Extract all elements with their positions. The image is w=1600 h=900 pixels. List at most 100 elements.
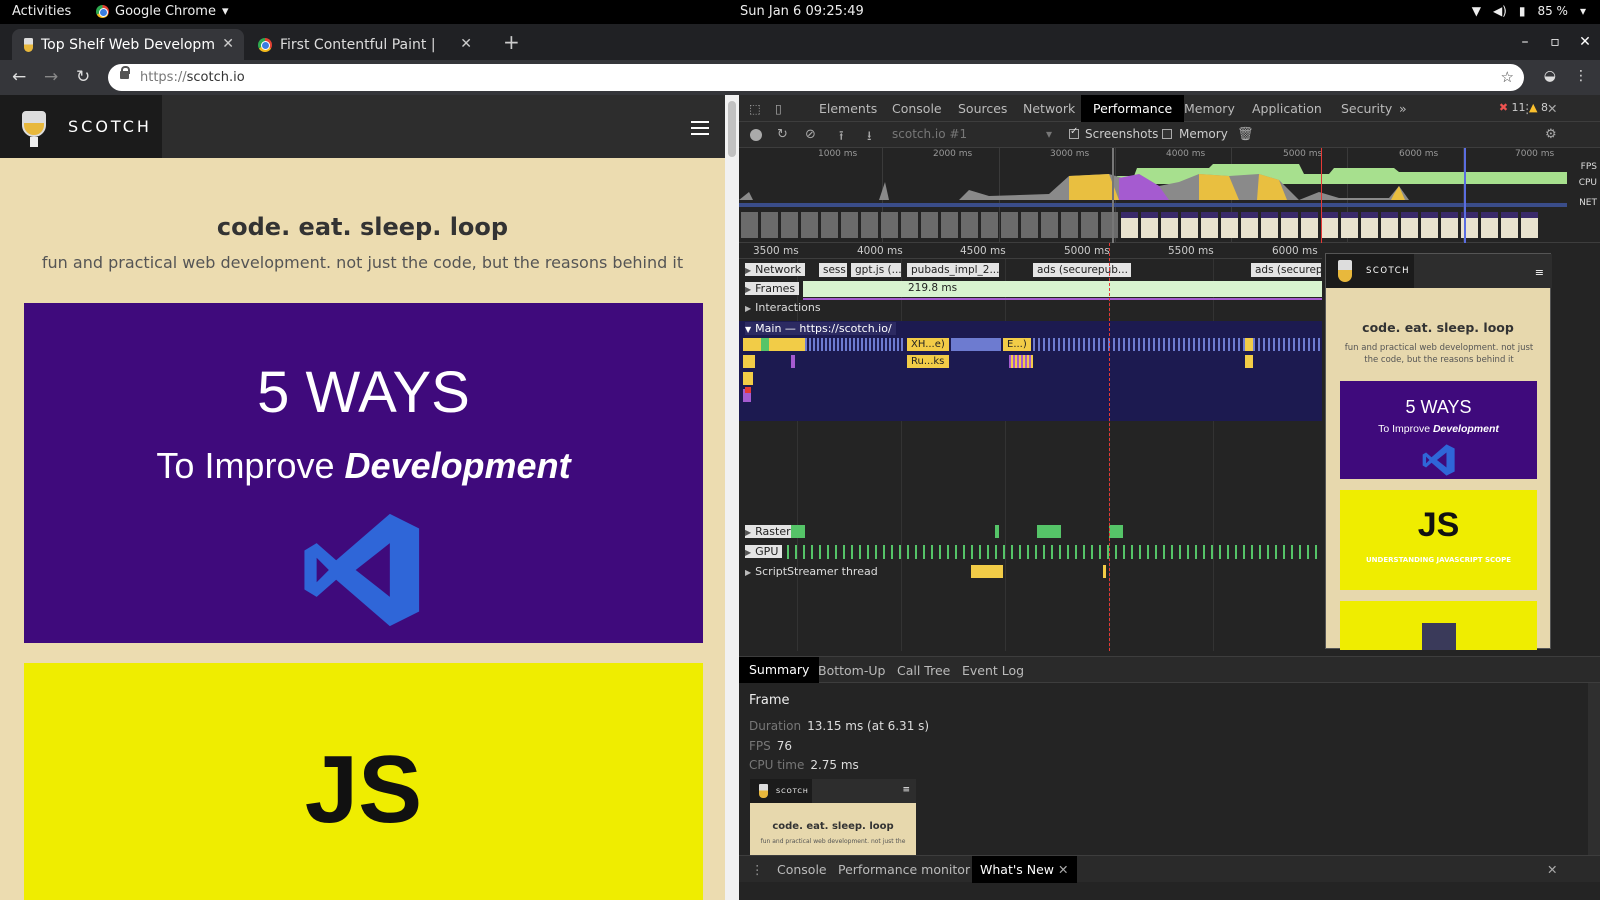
tab-elements[interactable]: Elements	[819, 101, 877, 116]
tab-network[interactable]: Network	[1023, 101, 1075, 116]
drawer-tab-console[interactable]: Console	[777, 862, 827, 877]
frames-track[interactable]: ▶ Frames 219.8 ms	[739, 281, 1322, 300]
scriptstreamer-track[interactable]: ▶ ScriptStreamer thread	[739, 565, 1322, 583]
summary-heading: Frame	[749, 693, 790, 708]
network-track[interactable]: ▶ Network sess gpt.js (... pubads_impl_2.…	[739, 261, 1322, 279]
task-block[interactable]: Ru...ks	[907, 355, 949, 368]
main-thread-track[interactable]: ▼ Main — https://scotch.io/ XH...e) E...)…	[739, 321, 1322, 421]
marker-line	[1321, 148, 1322, 243]
raster-track[interactable]: ▶ Raster	[739, 525, 1322, 543]
tab-console[interactable]: Console	[892, 101, 942, 116]
selection-handle-left[interactable]	[1112, 148, 1114, 243]
incognito-icon[interactable]: ◒	[1544, 68, 1556, 84]
network-track-label[interactable]: ▶ Network	[745, 263, 806, 276]
address-bar[interactable]: https://scotch.io ☆	[108, 64, 1524, 91]
tab-performance[interactable]: Performance	[1081, 95, 1185, 122]
tab-call-tree[interactable]: Call Tree	[897, 663, 950, 678]
close-devtools-icon[interactable]: ✕	[1547, 101, 1557, 116]
inspect-element-icon[interactable]: ⬚	[749, 101, 761, 116]
drawer-tab-bar: ⋮ Console Performance monitor What's New…	[739, 855, 1600, 883]
scrollbar-thumb[interactable]	[728, 101, 736, 157]
device-toolbar-icon[interactable]: ▯	[775, 101, 782, 116]
network-request[interactable]: sess	[819, 263, 847, 277]
settings-gear-icon[interactable]: ⚙	[1545, 127, 1557, 142]
bookmark-star-icon[interactable]: ☆	[1501, 64, 1514, 91]
save-profile-icon[interactable]: ⭳	[867, 127, 872, 149]
network-request[interactable]: ads (securepub...	[1033, 263, 1131, 277]
tab-event-log[interactable]: Event Log	[962, 663, 1024, 678]
reload-button[interactable]: ↻	[76, 67, 90, 87]
activities-button[interactable]: Activities	[12, 4, 71, 19]
tab-memory[interactable]: Memory	[1184, 101, 1235, 116]
devtools-menu-icon[interactable]: ⋮	[1521, 101, 1534, 116]
clear-icon[interactable]: ⊘	[805, 127, 816, 142]
page-scrollbar[interactable]	[725, 95, 739, 900]
preview-card-sub: To Improve Development	[1340, 423, 1537, 435]
frames-track-label[interactable]: ▶ Frames	[745, 282, 800, 295]
reload-profile-icon[interactable]: ↻	[777, 127, 788, 142]
preview-card-sub-prefix: To Improve	[1378, 423, 1433, 435]
ruler-tick: 4500 ms	[960, 245, 1006, 257]
article-card-js[interactable]: JS	[24, 663, 703, 900]
raster-track-label[interactable]: ▶ Raster	[745, 525, 795, 538]
gpu-track[interactable]: ▶ GPU	[739, 545, 1322, 563]
gpu-track-text: GPU	[755, 545, 779, 558]
drawer-tab-whats-new[interactable]: What's New ✕	[972, 856, 1077, 883]
window-controls: – ▫ ✕	[1510, 24, 1600, 60]
restore-icon[interactable]: ▫	[1540, 24, 1570, 60]
frames-track-text: Frames	[755, 282, 796, 295]
app-menu[interactable]: Google Chrome ▾	[96, 4, 229, 19]
memory-checkbox[interactable]	[1162, 129, 1172, 139]
close-icon[interactable]: ✕	[1058, 862, 1068, 877]
frame-bar[interactable]: 219.8 ms	[803, 281, 1322, 297]
drawer-tab-performance-monitor[interactable]: Performance monitor	[838, 862, 970, 877]
close-tab-icon[interactable]: ✕	[460, 36, 472, 52]
thumb-subtitle: fun and practical web development. not j…	[760, 838, 906, 845]
scriptstreamer-track-label[interactable]: ▶ ScriptStreamer thread	[745, 565, 878, 578]
clock[interactable]: Sun Jan 6 09:25:49	[740, 4, 864, 19]
collapse-triangle-icon: ▼	[745, 325, 752, 334]
task-block[interactable]: XH...e)	[907, 338, 949, 351]
drawer-menu-icon[interactable]: ⋮	[751, 862, 764, 877]
timeline-overview[interactable]: 1000 ms 2000 ms 3000 ms 4000 ms 5000 ms …	[739, 148, 1600, 243]
main-track-label[interactable]: ▼ Main — https://scotch.io/	[745, 322, 896, 335]
close-drawer-icon[interactable]: ✕	[1547, 862, 1557, 877]
summary-scrollbar[interactable]	[1588, 683, 1600, 855]
thumb-title: code. eat. sleep. loop	[772, 821, 894, 832]
record-button[interactable]	[750, 129, 762, 141]
tab-bottom-up[interactable]: Bottom-Up	[818, 663, 885, 678]
more-tabs-icon[interactable]: »	[1399, 101, 1407, 116]
network-request[interactable]: pubads_impl_2...	[907, 263, 999, 277]
back-button[interactable]: ←	[12, 67, 26, 87]
new-tab-button[interactable]: +	[503, 30, 520, 54]
article-card-5-ways[interactable]: 5 WAYS To Improve Development	[24, 303, 703, 643]
tab-summary[interactable]: Summary	[739, 657, 820, 683]
hamburger-menu-icon[interactable]	[691, 121, 709, 135]
load-profile-icon[interactable]: ⭱	[839, 127, 844, 149]
lock-icon[interactable]	[120, 66, 130, 79]
interactions-track[interactable]: ▶ Interactions	[739, 301, 1322, 319]
close-tab-icon[interactable]: ✕	[222, 36, 234, 52]
tab-application[interactable]: Application	[1252, 101, 1322, 116]
trash-icon[interactable]: 🗑	[1237, 127, 1254, 142]
minimize-icon[interactable]: –	[1510, 24, 1540, 60]
menu-kebab-icon[interactable]: ⋮	[1574, 68, 1588, 84]
tab-security[interactable]: Security	[1341, 101, 1392, 116]
task-block[interactable]: E...)	[1003, 338, 1031, 351]
network-request[interactable]: gpt.js (...	[851, 263, 901, 277]
network-request[interactable]: ads (securep...	[1251, 263, 1321, 277]
flame-chart[interactable]: 3500 ms 4000 ms 4500 ms 5000 ms 5500 ms …	[739, 243, 1322, 651]
system-tray[interactable]: ▼ ◀) ▮ 85 % ▾	[1472, 4, 1586, 18]
close-window-icon[interactable]: ✕	[1570, 24, 1600, 60]
fps-lane-label: FPS	[1580, 162, 1597, 172]
tab-fcp[interactable]: First Contentful Paint | ✕	[246, 29, 482, 60]
overview-tick: 2000 ms	[933, 149, 973, 159]
forward-button[interactable]: →	[44, 67, 58, 87]
site-logo[interactable]: SCOTCH	[0, 95, 162, 158]
gpu-track-label[interactable]: ▶ GPU	[745, 545, 783, 558]
tab-sources[interactable]: Sources	[958, 101, 1007, 116]
screenshots-checkbox[interactable]	[1069, 126, 1079, 139]
profile-select[interactable]: scotch.io #1 ▾	[892, 127, 1052, 141]
tab-scotch[interactable]: Top Shelf Web Developm ✕	[12, 29, 244, 60]
interactions-track-label[interactable]: ▶ Interactions	[745, 301, 821, 314]
